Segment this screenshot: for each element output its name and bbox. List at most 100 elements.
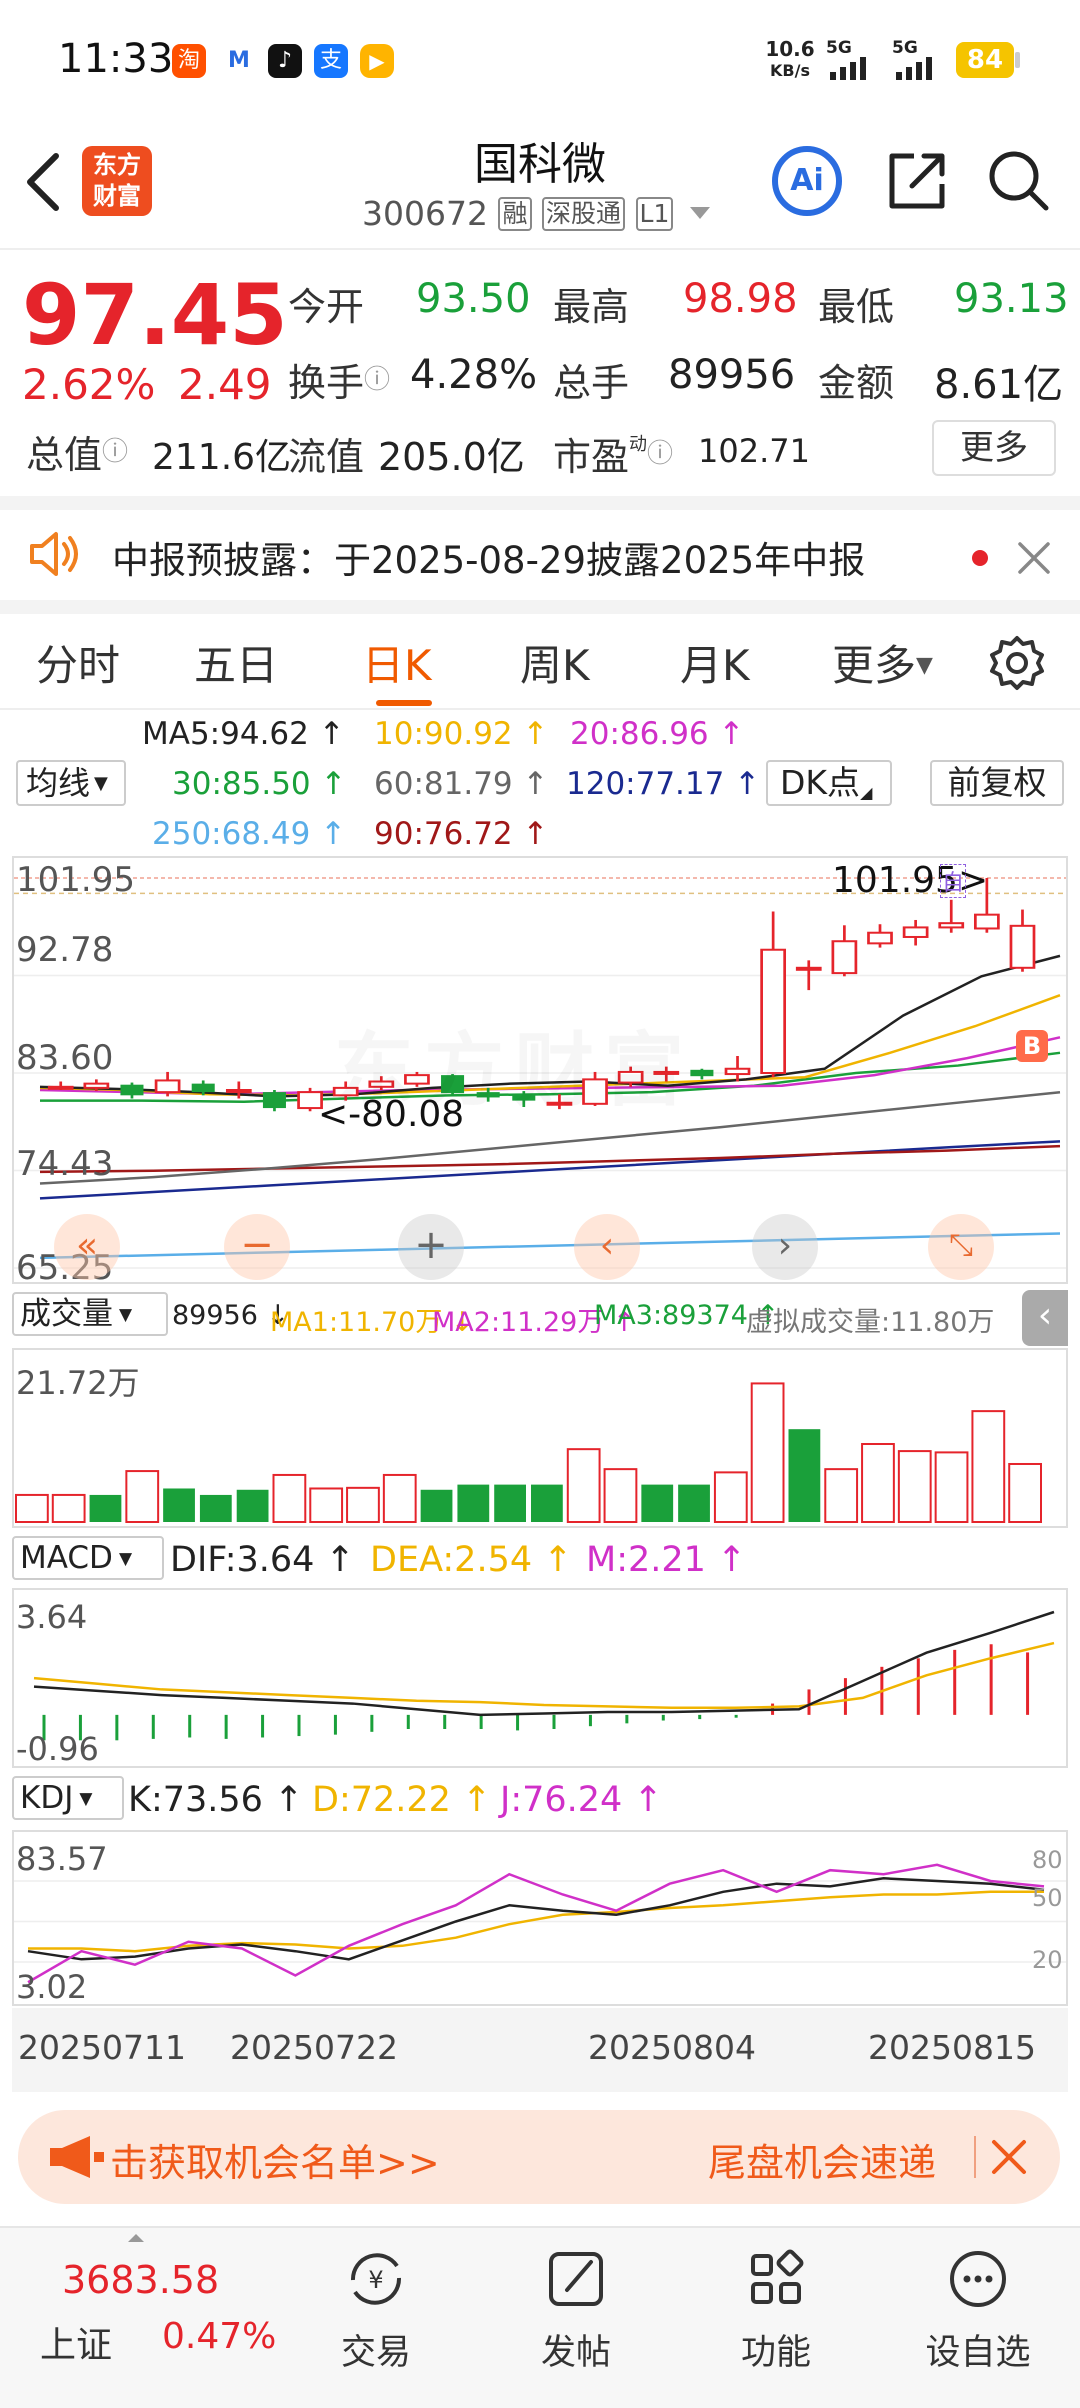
ma-selector[interactable]: 均线 ▼	[16, 760, 126, 806]
app-icon-taobao: 淘	[172, 44, 206, 78]
price-chart[interactable]: 东方财富 101.95 92.78 83.60 74.43 65.25 101.…	[12, 856, 1068, 1284]
promo-banner[interactable]: 击获取机会名单>> 尾盘机会速递	[18, 2110, 1060, 2204]
post-icon	[549, 2252, 603, 2306]
ai-button[interactable]: Ai	[772, 146, 842, 216]
add-watchlist-label: 设自选	[925, 2333, 1031, 2373]
date-tick-3: 20250804	[588, 2028, 756, 2067]
ma10-value: 10:90.92 ↑	[374, 716, 549, 752]
volume-bar	[51, 1493, 86, 1523]
volume-bar	[641, 1484, 674, 1522]
macd-y-top: 3.64	[16, 1598, 88, 1636]
kdj-lines	[14, 1863, 1066, 1984]
post-button[interactable]: 发帖	[526, 2244, 626, 2394]
macd-lines	[33, 1610, 1055, 1741]
kdj-selector[interactable]: KDJ ▼	[12, 1776, 124, 1820]
candle-body	[938, 922, 965, 929]
add-watchlist-button[interactable]: 设自选	[916, 2244, 1040, 2394]
volume-bar	[382, 1473, 417, 1523]
ma5-value: MA5:94.62 ↑	[142, 716, 345, 752]
macd-selector[interactable]: MACD ▼	[12, 1536, 164, 1580]
dropdown-caret-icon	[689, 207, 710, 219]
volume-bar	[346, 1486, 380, 1523]
function-button[interactable]: 功能	[726, 2244, 826, 2394]
info-icon[interactable]: ⓘ	[102, 437, 128, 467]
kdj-level-50: 50	[1032, 1884, 1063, 1912]
candle-body	[225, 1089, 252, 1094]
tab-more[interactable]: 更多▼	[832, 632, 933, 693]
banner-close-icon[interactable]	[990, 2138, 1028, 2176]
candle-body	[760, 948, 787, 1074]
tab-weekly-k[interactable]: 周K	[520, 632, 590, 693]
header: 东方 财富 国科微 300672 融 深股通 L1 Ai	[0, 120, 1080, 250]
current-price: 97.45	[22, 266, 288, 364]
kdj-y-bottom: 3.02	[16, 1968, 88, 2006]
low-value: 93.13	[954, 276, 1069, 322]
zoom-out-button[interactable]: −	[224, 1214, 290, 1280]
volume-bar	[457, 1484, 490, 1522]
fullscreen-button[interactable]: ⤡	[928, 1214, 994, 1280]
candle-body	[973, 913, 1000, 930]
volume-bar	[531, 1484, 563, 1522]
back-arrow-icon[interactable]	[22, 150, 66, 214]
stock-code-row[interactable]: 300672 融 深股通 L1	[362, 194, 710, 238]
index-value[interactable]: 3683.58	[62, 2258, 219, 2302]
expand-panel-button[interactable]: ‹	[1022, 1290, 1068, 1346]
notice-bar[interactable]: 中报预披露：于2025-08-29披露2025年中报	[0, 510, 1080, 600]
speaker-icon	[30, 532, 78, 576]
brand-logo: 东方 财富	[82, 146, 152, 216]
tab-five-day[interactable]: 五日	[194, 632, 278, 693]
volume-bar	[15, 1493, 49, 1523]
virtual-volume: 虚拟成交量:11.80万	[746, 1307, 995, 1338]
info-icon-3[interactable]: ⓘ	[647, 439, 673, 469]
search-icon[interactable]	[986, 148, 1052, 214]
index-change: 0.47%	[162, 2316, 277, 2357]
share-icon[interactable]	[884, 148, 950, 214]
volume-chart[interactable]: 21.72万	[12, 1348, 1068, 1528]
tab-monthly-k[interactable]: 月K	[680, 632, 750, 693]
dk-button[interactable]: DK点◢	[766, 760, 892, 806]
tab-daily-k[interactable]: 日K	[362, 632, 432, 693]
volume-selector[interactable]: 成交量 ▼	[12, 1292, 168, 1336]
volume-bar	[309, 1487, 344, 1523]
stock-code: 300672	[362, 194, 488, 233]
adjust-button[interactable]: 前复权	[930, 760, 1064, 806]
tab-intraday[interactable]: 分时	[36, 632, 120, 693]
ma250-line	[39, 1232, 1061, 1260]
kdj-chart[interactable]: 83.57 3.02 80 50 20	[12, 1830, 1068, 2006]
info-icon-2[interactable]: ⓘ	[364, 365, 390, 395]
caret-down-icon-ma: ▼	[94, 773, 108, 794]
date-tick-2: 20250722	[230, 2028, 398, 2067]
fast-back-button[interactable]: «	[54, 1214, 120, 1280]
zoom-in-button[interactable]: +	[398, 1214, 464, 1280]
change-percent: 2.62%	[22, 360, 156, 409]
close-icon[interactable]	[1016, 540, 1052, 576]
candle-body	[120, 1084, 144, 1096]
candle-body	[795, 966, 822, 971]
candle-body	[47, 1085, 74, 1090]
prev-button[interactable]: ‹	[574, 1214, 640, 1280]
low-label: 最低	[818, 285, 895, 329]
macd-dea-line	[33, 1641, 1055, 1710]
amount-value: 8.61亿	[934, 362, 1064, 408]
volume-bar	[236, 1489, 269, 1522]
next-button[interactable]: ›	[752, 1214, 818, 1280]
trade-button[interactable]: ¥ 交易	[326, 2244, 426, 2394]
volume-bar	[494, 1484, 526, 1522]
caret-down-icon-kdj: ▼	[79, 1789, 93, 1809]
app-icon-mail: M	[222, 44, 256, 78]
macd-chart[interactable]: 3.64 -0.96	[12, 1588, 1068, 1768]
open-value: 93.50	[416, 276, 531, 322]
high-label: 最高	[553, 285, 630, 329]
date-tick-4: 20250815	[868, 2028, 1036, 2067]
volume-bar	[897, 1450, 932, 1523]
more-button[interactable]: 更多	[932, 420, 1056, 476]
function-label: 功能	[740, 2333, 811, 2373]
corner-icon: ◢	[860, 783, 873, 802]
y-label-2: 92.78	[16, 930, 114, 970]
banner-divider	[974, 2136, 976, 2178]
gear-icon[interactable]	[988, 634, 1046, 692]
volume-bar	[713, 1471, 748, 1523]
open-label: 今开	[288, 285, 365, 329]
banner-left-text: 击获取机会名单>>	[110, 2141, 440, 2185]
index-name: 上证	[40, 2325, 113, 2366]
